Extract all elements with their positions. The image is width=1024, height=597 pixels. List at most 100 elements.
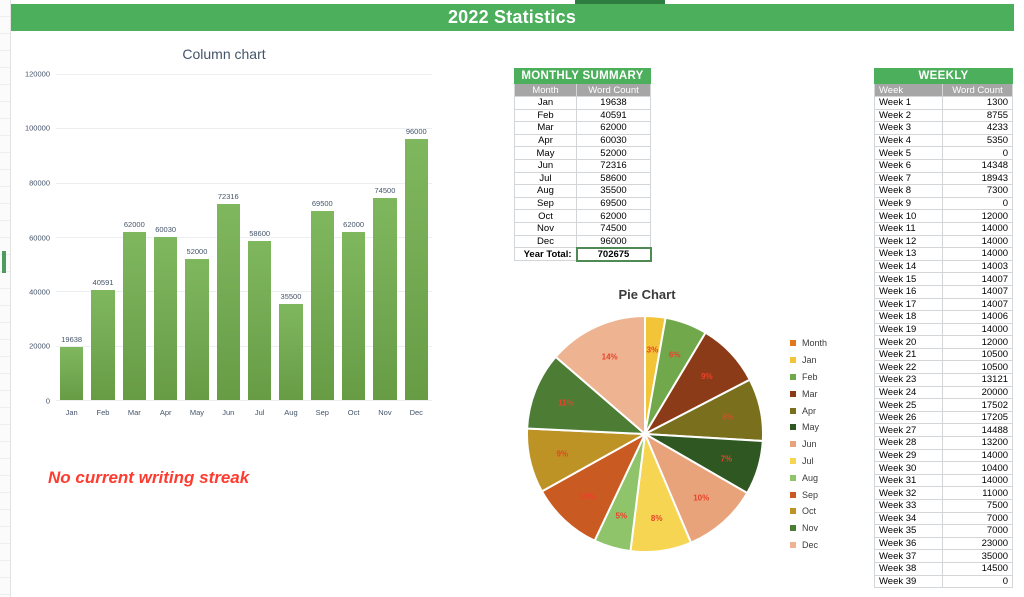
week-cell[interactable]: Week 9: [875, 197, 943, 210]
month-cell[interactable]: Jun: [515, 159, 577, 172]
word-count-cell[interactable]: 0: [943, 197, 1013, 210]
word-count-cell[interactable]: 14348: [943, 159, 1013, 172]
table-row[interactable]: Week 34233: [875, 122, 1013, 135]
row-header[interactable]: [0, 221, 10, 238]
month-cell[interactable]: Dec: [515, 235, 577, 248]
row-header[interactable]: [0, 408, 10, 425]
week-cell[interactable]: Week 38: [875, 562, 943, 575]
table-row[interactable]: Week 90: [875, 197, 1013, 210]
table-row[interactable]: Week 1314000: [875, 248, 1013, 261]
week-cell[interactable]: Week 13: [875, 248, 943, 261]
week-cell[interactable]: Week 14: [875, 260, 943, 273]
table-row[interactable]: Week 1414003: [875, 260, 1013, 273]
table-row[interactable]: Week 2914000: [875, 449, 1013, 462]
row-header[interactable]: [0, 442, 10, 459]
word-count-cell[interactable]: 4233: [943, 122, 1013, 135]
word-count-cell[interactable]: 35500: [577, 185, 651, 198]
table-row[interactable]: Week 11300: [875, 97, 1013, 110]
row-header[interactable]: [0, 102, 10, 119]
word-count-cell[interactable]: 72316: [577, 159, 651, 172]
row-header[interactable]: [0, 153, 10, 170]
word-count-cell[interactable]: 14000: [943, 323, 1013, 336]
weekly-table[interactable]: WEEKLYWeekWord CountWeek 11300Week 28755…: [874, 68, 1013, 588]
column-header[interactable]: Month: [515, 84, 577, 97]
word-count-cell[interactable]: 14500: [943, 562, 1013, 575]
month-cell[interactable]: Jan: [515, 97, 577, 110]
word-count-cell[interactable]: 14003: [943, 260, 1013, 273]
table-row[interactable]: Week 3114000: [875, 474, 1013, 487]
word-count-cell[interactable]: 7000: [943, 512, 1013, 525]
table-row[interactable]: Jan19638: [515, 97, 651, 110]
word-count-cell[interactable]: 20000: [943, 386, 1013, 399]
word-count-cell[interactable]: 1300: [943, 97, 1013, 110]
week-cell[interactable]: Week 5: [875, 147, 943, 160]
week-cell[interactable]: Week 25: [875, 399, 943, 412]
row-header[interactable]: [0, 391, 10, 408]
word-count-cell[interactable]: 7000: [943, 525, 1013, 538]
row-header[interactable]: [0, 357, 10, 374]
week-cell[interactable]: Week 10: [875, 210, 943, 223]
month-cell[interactable]: Sep: [515, 197, 577, 210]
word-count-cell[interactable]: 12000: [943, 210, 1013, 223]
row-header[interactable]: [0, 544, 10, 561]
week-cell[interactable]: Week 17: [875, 298, 943, 311]
table-row[interactable]: Week 3814500: [875, 562, 1013, 575]
table-row[interactable]: Jun72316: [515, 159, 651, 172]
word-count-cell[interactable]: 17502: [943, 399, 1013, 412]
week-cell[interactable]: Week 34: [875, 512, 943, 525]
week-cell[interactable]: Week 28: [875, 437, 943, 450]
row-header[interactable]: [0, 68, 10, 85]
month-cell[interactable]: Nov: [515, 222, 577, 235]
table-row[interactable]: Week 2313121: [875, 374, 1013, 387]
week-cell[interactable]: Week 32: [875, 487, 943, 500]
row-header[interactable]: [0, 493, 10, 510]
table-row[interactable]: Week 2714488: [875, 424, 1013, 437]
week-cell[interactable]: Week 37: [875, 550, 943, 563]
week-cell[interactable]: Week 11: [875, 222, 943, 235]
table-row[interactable]: Oct62000: [515, 210, 651, 223]
row-header[interactable]: [0, 187, 10, 204]
week-cell[interactable]: Week 29: [875, 449, 943, 462]
word-count-cell[interactable]: 0: [943, 147, 1013, 160]
row-header[interactable]: [0, 459, 10, 476]
table-row[interactable]: Week 50: [875, 147, 1013, 160]
week-cell[interactable]: Week 21: [875, 348, 943, 361]
week-cell[interactable]: Week 39: [875, 575, 943, 588]
row-header[interactable]: [0, 476, 10, 493]
table-row[interactable]: Week 2110500: [875, 348, 1013, 361]
word-count-cell[interactable]: 0: [943, 575, 1013, 588]
column-header[interactable]: Word Count: [943, 84, 1013, 97]
table-row[interactable]: Week 2517502: [875, 399, 1013, 412]
table-row[interactable]: Week 3735000: [875, 550, 1013, 563]
week-cell[interactable]: Week 30: [875, 462, 943, 475]
week-cell[interactable]: Week 31: [875, 474, 943, 487]
week-cell[interactable]: Week 20: [875, 336, 943, 349]
word-count-cell[interactable]: 14000: [943, 222, 1013, 235]
word-count-cell[interactable]: 35000: [943, 550, 1013, 563]
row-header[interactable]: [0, 204, 10, 221]
week-cell[interactable]: Week 33: [875, 500, 943, 513]
word-count-cell[interactable]: 52000: [577, 147, 651, 160]
word-count-cell[interactable]: 96000: [577, 235, 651, 248]
word-count-cell[interactable]: 14007: [943, 285, 1013, 298]
table-row[interactable]: May52000: [515, 147, 651, 160]
table-row[interactable]: Week 2617205: [875, 411, 1013, 424]
row-header[interactable]: [0, 425, 10, 442]
table-row[interactable]: Week 1012000: [875, 210, 1013, 223]
table-row[interactable]: Feb40591: [515, 109, 651, 122]
word-count-cell[interactable]: 60030: [577, 134, 651, 147]
week-cell[interactable]: Week 36: [875, 537, 943, 550]
table-row[interactable]: Week 2210500: [875, 361, 1013, 374]
week-cell[interactable]: Week 35: [875, 525, 943, 538]
month-cell[interactable]: Feb: [515, 109, 577, 122]
column-chart[interactable]: Column chart 020000400006000080000100000…: [12, 36, 436, 436]
table-row[interactable]: Week 2012000: [875, 336, 1013, 349]
week-cell[interactable]: Week 8: [875, 185, 943, 198]
week-cell[interactable]: Week 26: [875, 411, 943, 424]
word-count-cell[interactable]: 13121: [943, 374, 1013, 387]
table-row[interactable]: Week 45350: [875, 134, 1013, 147]
word-count-cell[interactable]: 14007: [943, 273, 1013, 286]
pie-chart[interactable]: Pie Chart 0%3%6%9%8%7%10%8%5%10%9%11%14%…: [512, 283, 857, 593]
table-row[interactable]: Week 3010400: [875, 462, 1013, 475]
table-row[interactable]: Dec96000: [515, 235, 651, 248]
